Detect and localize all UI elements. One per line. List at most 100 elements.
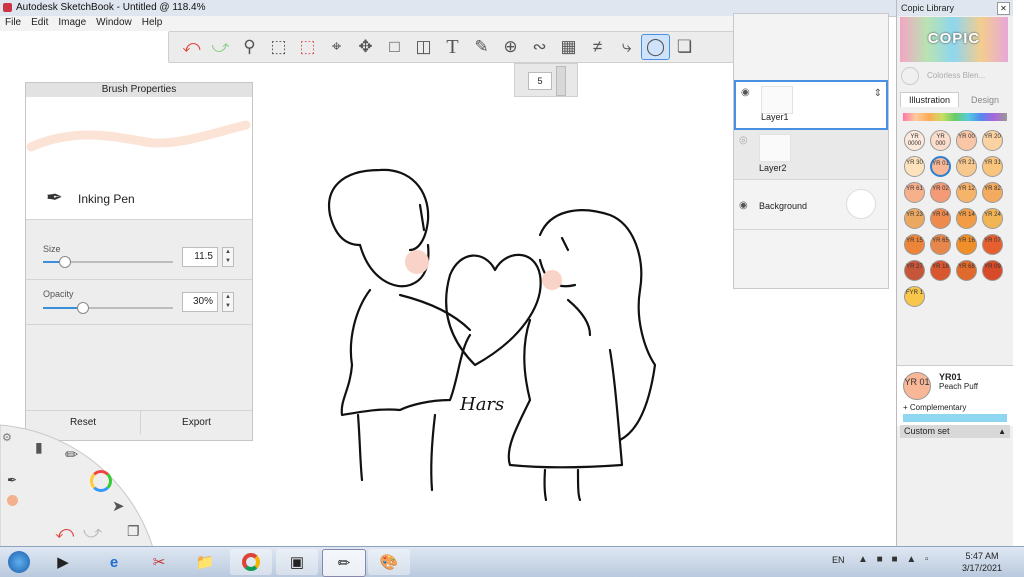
menu-image[interactable]: Image [53,16,91,28]
french-curve-icon[interactable]: ∾ [525,34,554,60]
clock[interactable]: 5:47 AM 3/17/2021 [962,550,1002,574]
opacity-value-field[interactable]: 30% [182,292,218,312]
start-orb-icon[interactable] [2,549,36,575]
color-dot-icon[interactable] [7,495,18,506]
copic-swatch[interactable]: YR 00 [956,130,977,151]
explorer-icon[interactable]: 📁 [184,549,226,575]
shapes-icon[interactable]: ❏ [670,34,699,60]
copic-swatch[interactable]: YR 01 [930,156,951,177]
copic-swatch[interactable]: YR 24 [982,208,1003,229]
brush-icon[interactable]: ▮ [35,439,43,456]
copic-swatch[interactable]: YR 07 [982,234,1003,255]
language-indicator[interactable]: EN [832,555,845,565]
copic-swatch[interactable]: YR 12 [956,182,977,203]
copic-swatch[interactable]: YR 82 [982,182,1003,203]
distort-icon[interactable]: □ [380,34,409,60]
copic-swatch[interactable]: YR 04 [930,208,951,229]
layer-row[interactable]: ◎ Layer2 [734,130,888,180]
canvas-drawing[interactable]: Hars [300,150,700,510]
opacity-slider[interactable] [43,302,173,314]
undo-icon[interactable]: ⤺ [177,34,206,60]
copic-swatch[interactable]: YR 18 [930,260,951,281]
copic-swatch[interactable]: YR 000 [930,130,951,151]
copic-swatch[interactable]: YR 27 [904,260,925,281]
tab-design[interactable]: Design [959,93,1011,107]
menu-window[interactable]: Window [91,16,137,28]
symmetry-icon[interactable]: ≠ [583,34,612,60]
opacity-slider-knob[interactable] [77,302,89,314]
paint-icon[interactable]: 🎨 [368,549,410,575]
crop-icon[interactable]: ⌖ [322,34,351,60]
size-slider[interactable] [43,256,173,268]
complementary-toggle[interactable]: + Complementary [903,403,966,412]
eye-icon[interactable]: ◉ [739,200,748,211]
close-icon[interactable]: ✕ [997,2,1010,15]
copic-swatch[interactable]: YR 0000 [904,130,925,151]
colorless-blender[interactable]: Colorless Blen... [901,66,1009,86]
lagoon-undo-icon[interactable]: ⤺ [55,522,74,543]
menu-help[interactable]: Help [137,16,168,28]
ruler-icon[interactable]: ✎ [467,34,496,60]
ellipse-icon[interactable]: ◯ [641,34,670,60]
perspective-icon[interactable]: ▦ [554,34,583,60]
copic-swatch[interactable]: YR 20 [982,130,1003,151]
selected-color-info: YR 01 YR01 Peach Puff + Complementary [897,365,1013,426]
lasso-select-icon[interactable]: ⬚ [293,34,322,60]
ellipse-guide-icon[interactable]: ⊕ [496,34,525,60]
chrome-icon[interactable] [230,549,272,575]
fill-icon[interactable]: ◫ [409,34,438,60]
brush-size-value[interactable]: 5 [528,72,552,90]
menu-edit[interactable]: Edit [26,16,53,28]
copic-swatch[interactable]: YR 65 [930,234,951,255]
collapse-icon[interactable]: ▲ [998,425,1006,438]
copic-swatch[interactable]: YR 14 [956,208,977,229]
eye-hidden-icon[interactable]: ◎ [739,135,748,146]
layer-row[interactable]: ◉ Background [734,180,888,230]
media-player-icon[interactable]: ▶ [42,549,84,575]
custom-set-header[interactable]: Custom set ▲ [900,425,1010,438]
copic-swatch[interactable]: YR 61 [904,182,925,203]
tab-illustration[interactable]: Illustration [900,92,960,107]
settings-icon[interactable]: ⚙ [2,431,12,444]
copic-swatch[interactable]: YR 31 [982,156,1003,177]
select-arrow-icon[interactable]: ➤ [112,497,125,515]
tray-icons[interactable]: ▲ ■ ■ ▲ ▫ [858,554,932,565]
size-slider-knob[interactable] [58,256,71,268]
eye-icon[interactable]: ◉ [741,87,750,98]
copic-swatch[interactable]: YR 16 [956,234,977,255]
copic-swatch[interactable]: YR 21 [956,156,977,177]
photos-icon[interactable]: ▣ [276,549,318,575]
brush-selector[interactable]: ✒ Inking Pen [26,179,252,220]
copic-swatch[interactable]: YR 09 [982,260,1003,281]
brush-size-popup: 5 [514,63,578,97]
size-value-field[interactable]: 11.5 [182,247,218,267]
copic-swatch[interactable]: YR 23 [904,208,925,229]
color-family-strip[interactable] [903,113,1007,121]
pen-icon[interactable]: ✒ [7,473,17,487]
background-swatch[interactable] [846,189,876,219]
ie-icon[interactable]: e [93,549,135,575]
copic-swatch[interactable]: YR 15 [904,234,925,255]
color-puck-icon[interactable] [90,470,112,492]
zoom-icon[interactable]: ⚲ [235,34,264,60]
text-icon[interactable]: T [438,34,467,60]
snipping-icon[interactable]: ✂ [138,549,180,575]
copic-swatch[interactable]: YR 68 [956,260,977,281]
size-spinner[interactable]: ▲ ▼ [222,247,234,267]
copic-swatch[interactable]: FYR 1 [904,286,925,307]
rect-select-icon[interactable]: ⬚ [264,34,293,60]
copic-swatch[interactable]: YR 30 [904,156,925,177]
brush-size-track[interactable] [556,66,566,96]
lagoon-redo-icon[interactable]: ⤻ [83,522,102,543]
transform-icon[interactable]: ✥ [351,34,380,60]
copy-icon[interactable]: ❐ [127,523,140,540]
layer-row[interactable]: ◉ Layer1 ⇕ [734,80,888,130]
copic-swatch[interactable]: YR 02 [930,182,951,203]
paintbrush-icon[interactable]: ✏ [65,445,78,465]
sketchbook-icon[interactable]: ✏ [322,549,366,577]
menu-file[interactable]: File [0,16,26,28]
layer-menu-icon[interactable]: ⇕ [874,88,882,99]
stroke-icon[interactable]: ⤷ [612,34,641,60]
opacity-spinner[interactable]: ▲ ▼ [222,292,234,312]
redo-icon[interactable]: ⤻ [206,34,235,60]
